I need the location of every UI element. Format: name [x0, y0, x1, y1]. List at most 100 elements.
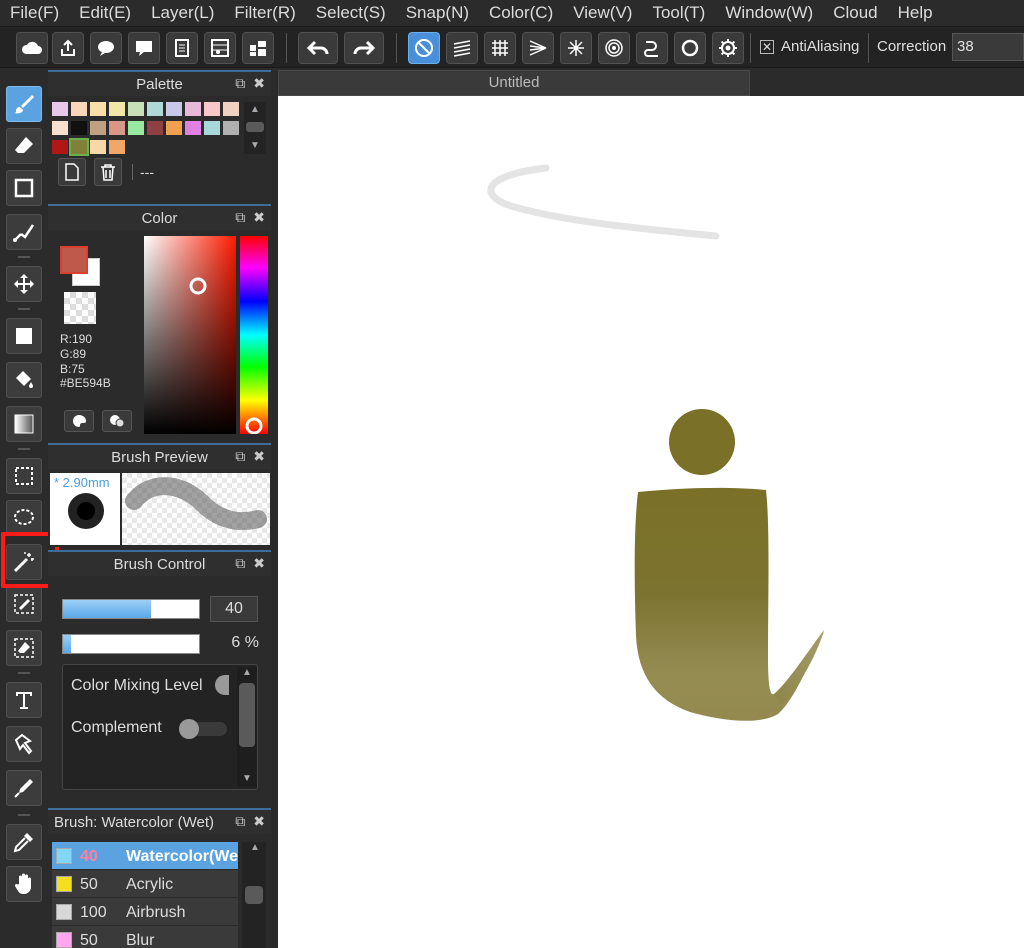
brush-size-input[interactable]: 40 [210, 596, 258, 622]
cloud-icon[interactable] [16, 32, 48, 64]
snap-off-icon[interactable] [408, 32, 440, 64]
palette-scrollbar[interactable]: ▲ ▼ [244, 102, 266, 154]
transparent-swatch[interactable] [64, 292, 96, 324]
palette-swatch[interactable] [223, 121, 239, 135]
menu-item-help[interactable]: Help [898, 3, 933, 23]
brush-item[interactable]: 50 Blur [52, 926, 238, 948]
palette-swatch[interactable] [52, 121, 68, 135]
options-scrollbar[interactable]: ▲ ▼ [237, 667, 257, 787]
popout-icon[interactable]: ⧉ [235, 813, 245, 830]
menu-item-view[interactable]: View(V) [573, 3, 632, 23]
brush-item[interactable]: 100 Airbrush [52, 898, 238, 926]
palette-swatch[interactable] [147, 102, 163, 116]
select-eraser-tool-icon[interactable] [6, 630, 42, 666]
palette-swatch[interactable] [147, 121, 163, 135]
palette-swatch[interactable] [52, 140, 68, 154]
close-icon[interactable]: ✖ [253, 813, 265, 830]
palette-swatch[interactable] [185, 121, 201, 135]
brush-item[interactable]: 50 Acrylic [52, 870, 238, 898]
palette-swatch[interactable] [109, 140, 125, 154]
antialiasing-checkbox[interactable]: ✕ [760, 40, 774, 54]
fill-rect-tool-icon[interactable] [6, 318, 42, 354]
select-pen-tool-icon[interactable] [6, 586, 42, 622]
palette-swatch[interactable] [204, 121, 220, 135]
brush-size-slider[interactable] [62, 599, 200, 619]
main-color-swatch[interactable] [60, 246, 88, 274]
brush-list-scrollbar[interactable]: ▲ [242, 842, 266, 948]
snap-concentric-icon[interactable] [598, 32, 630, 64]
dropper-tool-icon[interactable] [6, 770, 42, 806]
menu-item-layer[interactable]: Layer(L) [151, 3, 214, 23]
menu-item-edit[interactable]: Edit(E) [79, 3, 131, 23]
snap-radial-icon[interactable] [560, 32, 592, 64]
palette-swatch[interactable] [109, 121, 125, 135]
brush-tool-icon[interactable] [6, 86, 42, 122]
palette-swatch[interactable] [90, 121, 106, 135]
saturation-value-picker[interactable] [144, 236, 236, 434]
menu-item-snap[interactable]: Snap(N) [406, 3, 469, 23]
color-mix-icon[interactable] [102, 410, 132, 432]
hue-slider[interactable] [240, 236, 268, 434]
close-icon[interactable]: ✖ [253, 75, 265, 92]
popout-icon[interactable]: ⧉ [235, 209, 245, 226]
palette-swatch[interactable] [166, 121, 182, 135]
hand-tool-icon[interactable] [6, 866, 42, 902]
close-icon[interactable]: ✖ [253, 448, 265, 465]
text-tool-icon[interactable] [6, 682, 42, 718]
brush-density-slider[interactable] [62, 634, 200, 654]
gradient-tool-icon[interactable] [6, 406, 42, 442]
palette-swatch[interactable] [52, 102, 68, 116]
color-wheel-icon[interactable] [64, 410, 94, 432]
delete-palette-icon[interactable] [94, 158, 122, 186]
eyedropper-tool-icon[interactable] [6, 824, 42, 860]
menu-item-tool[interactable]: Tool(T) [652, 3, 705, 23]
snap-perspective-icon[interactable] [522, 32, 554, 64]
menu-item-color[interactable]: Color(C) [489, 3, 553, 23]
complement-toggle[interactable] [179, 719, 227, 739]
palette-swatch[interactable] [69, 138, 89, 156]
move-tool-icon[interactable] [6, 266, 42, 302]
menu-item-file[interactable]: File(F) [10, 3, 59, 23]
rect-select-tool-icon[interactable] [6, 458, 42, 494]
document-icon[interactable] [166, 32, 198, 64]
layer-props-icon[interactable] [204, 32, 236, 64]
close-icon[interactable]: ✖ [253, 555, 265, 572]
palette-swatch[interactable] [90, 140, 106, 154]
snap-circle-icon[interactable] [674, 32, 706, 64]
correction-input[interactable]: 38 [952, 33, 1024, 61]
undo-icon[interactable] [298, 32, 338, 64]
palette-swatch[interactable] [185, 102, 201, 116]
color-mixing-knob[interactable] [215, 675, 229, 695]
palette-swatch[interactable] [166, 102, 182, 116]
snap-settings-icon[interactable] [712, 32, 744, 64]
palette-swatch[interactable] [223, 102, 239, 116]
menu-item-cloud[interactable]: Cloud [833, 3, 877, 23]
menu-item-select[interactable]: Select(S) [316, 3, 386, 23]
popout-icon[interactable]: ⧉ [235, 448, 245, 465]
bucket-tool-icon[interactable] [6, 362, 42, 398]
share-icon[interactable] [52, 32, 84, 64]
snap-grid-icon[interactable] [484, 32, 516, 64]
palette-swatch[interactable] [71, 102, 87, 116]
brush-item[interactable]: 40 Watercolor(Wet) [52, 842, 238, 870]
palette-swatch[interactable] [109, 102, 125, 116]
shape-tool-icon[interactable] [6, 170, 42, 206]
line-tool-icon[interactable] [6, 214, 42, 250]
palette-swatch[interactable] [71, 121, 87, 135]
lasso-tool-icon[interactable] [6, 500, 42, 536]
menu-item-window[interactable]: Window(W) [725, 3, 813, 23]
snap-parallel-icon[interactable] [446, 32, 478, 64]
eraser-tool-icon[interactable] [6, 128, 42, 164]
palette-swatch[interactable] [128, 121, 144, 135]
operation-tool-icon[interactable] [6, 726, 42, 762]
new-palette-icon[interactable] [58, 158, 86, 186]
palette-swatch[interactable] [204, 102, 220, 116]
message-icon[interactable] [128, 32, 160, 64]
snap-curve-icon[interactable] [636, 32, 668, 64]
panels-icon[interactable] [242, 32, 274, 64]
popout-icon[interactable]: ⧉ [235, 555, 245, 572]
palette-swatch[interactable] [128, 102, 144, 116]
close-icon[interactable]: ✖ [253, 209, 265, 226]
redo-icon[interactable] [344, 32, 384, 64]
menu-item-filter[interactable]: Filter(R) [234, 3, 295, 23]
